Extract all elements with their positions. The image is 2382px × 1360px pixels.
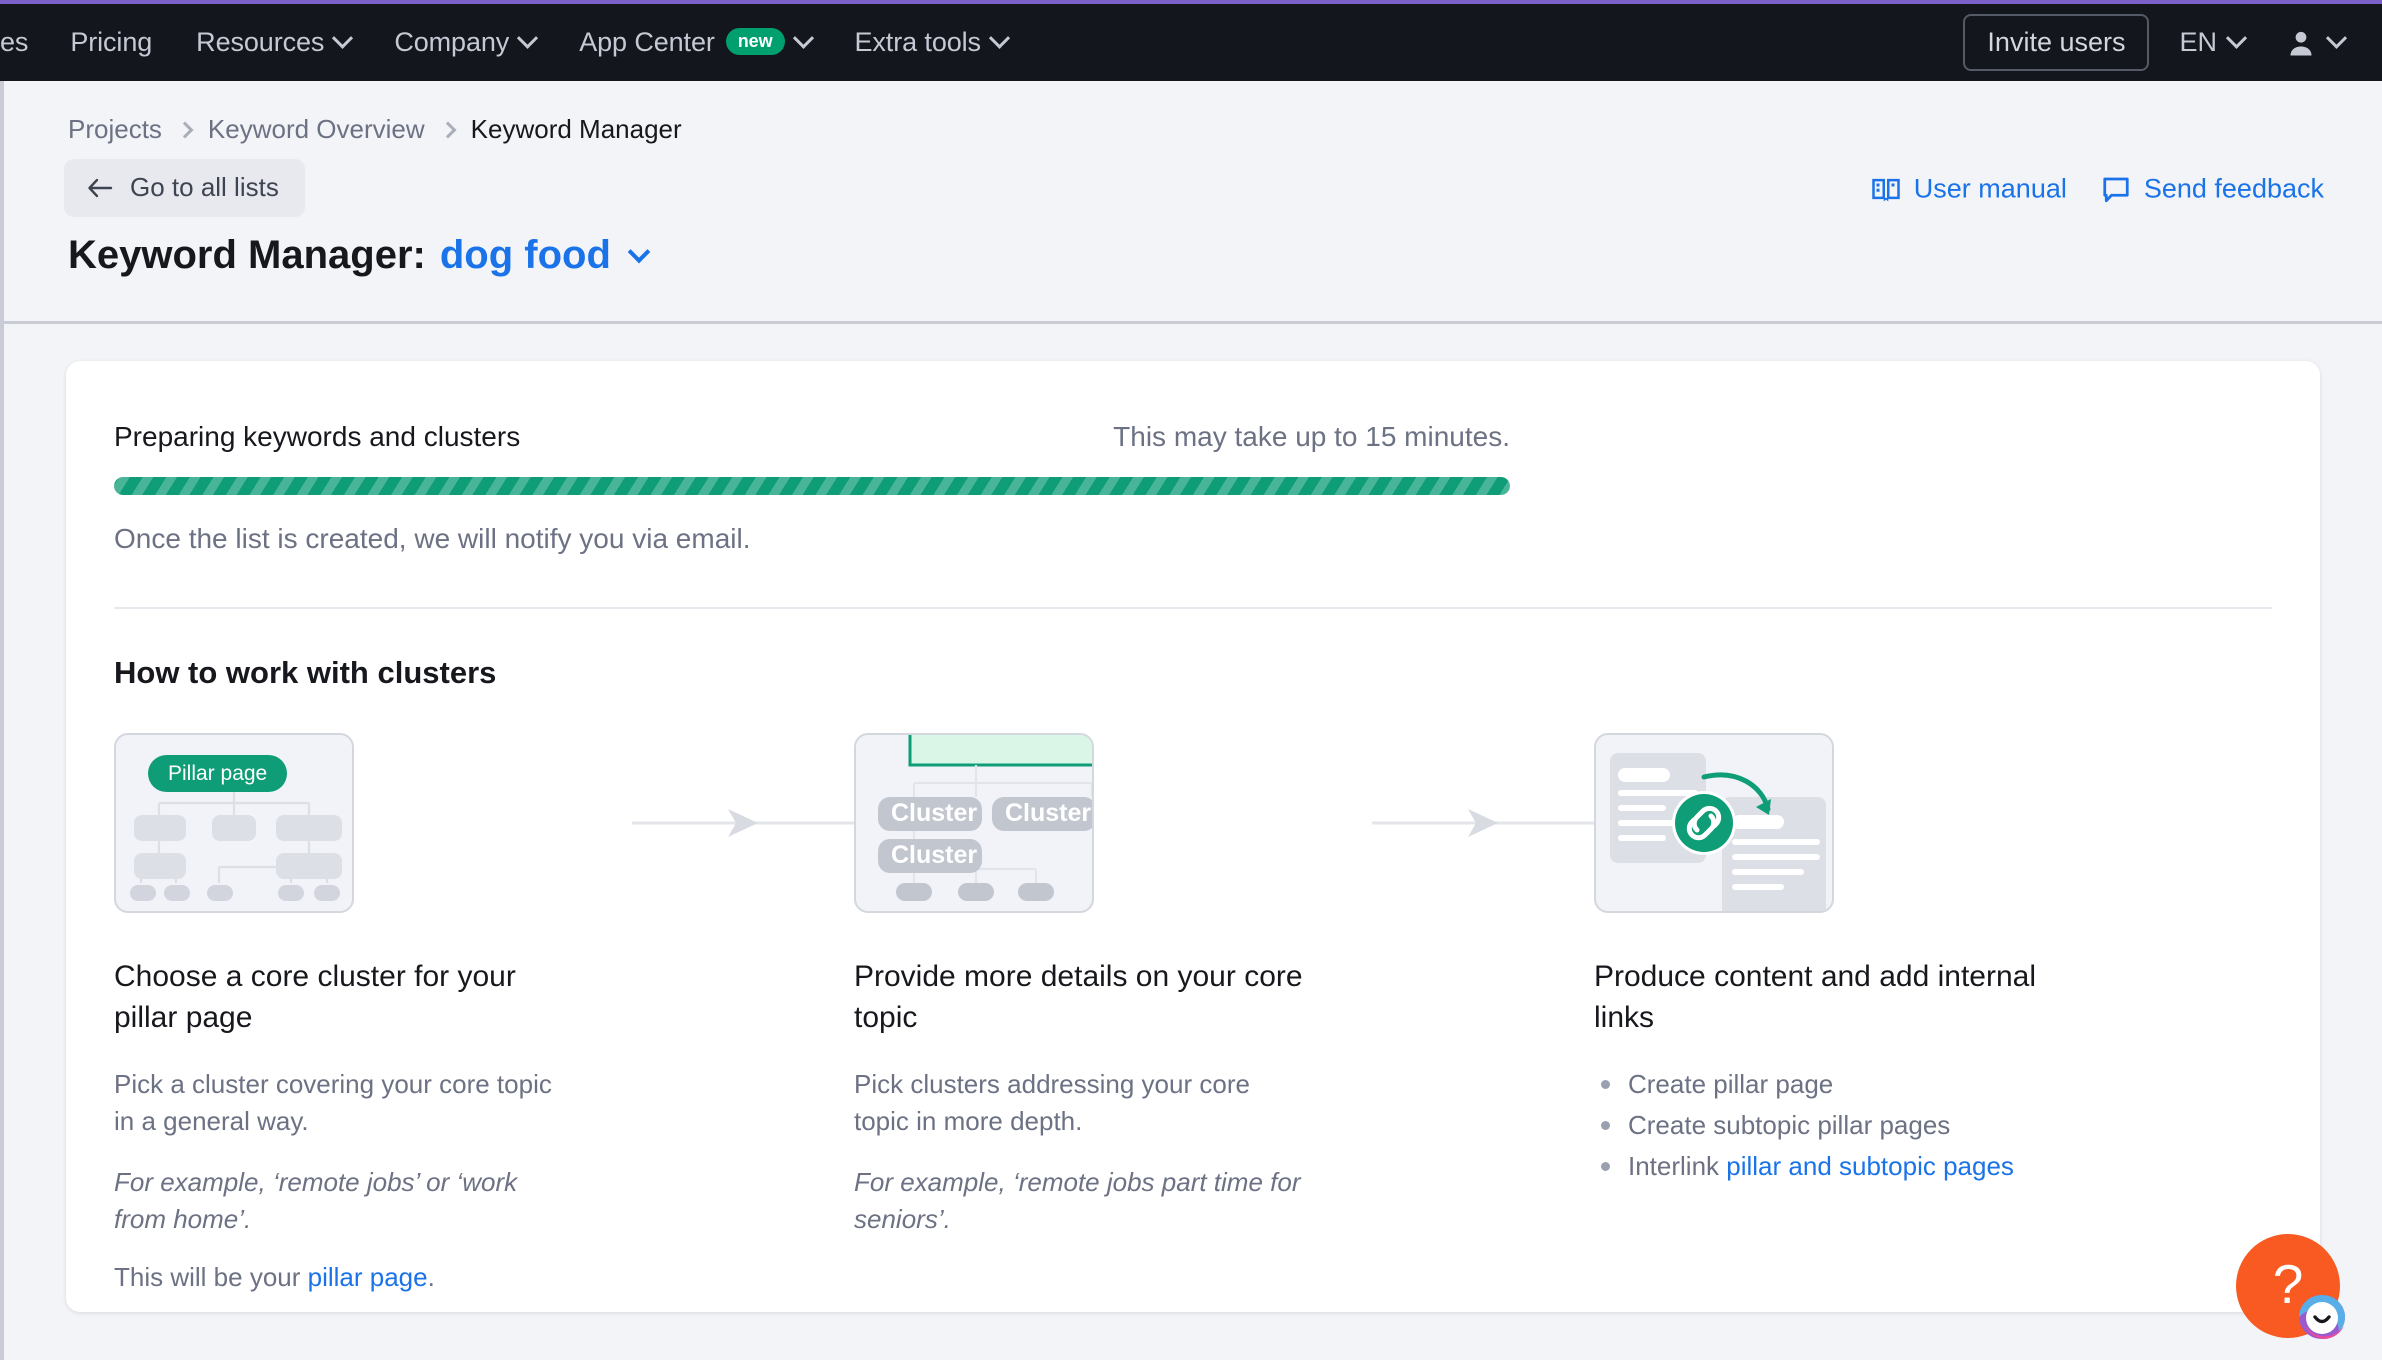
nav-item-app-center[interactable]: App Center new [557, 4, 832, 81]
bullet-text: Interlink [1628, 1150, 1727, 1181]
pillar-page-tree-illustration: Pillar page [114, 733, 354, 913]
chevron-down-icon [2325, 27, 2348, 49]
breadcrumb: Projects Keyword Overview Keyword Manage… [68, 114, 682, 145]
send-feedback-label: Send feedback [2143, 173, 2324, 204]
nav-label: Pricing [70, 27, 153, 57]
step-footer-suffix: . [427, 1261, 435, 1292]
chat-assistant-badge-icon [2299, 1295, 2346, 1339]
step-footer: This will be your pillar page. [114, 1262, 632, 1293]
chevron-right-icon [176, 121, 194, 138]
cluster-label: Cluster [1005, 799, 1091, 827]
main-card: Preparing keywords and clusters This may… [66, 361, 2320, 1312]
chevron-down-icon [792, 27, 814, 49]
go-to-all-lists-label: Go to all lists [130, 172, 279, 202]
cluster-tree-graphic: Cluster Cluster Cluster Cluster [878, 735, 1092, 901]
nav-utilities: Invite users EN [1963, 14, 2382, 71]
user-account-menu[interactable] [2264, 27, 2348, 58]
step-bullet-list: Create pillar page Create subtopic pilla… [1594, 1066, 2044, 1185]
nav-label: Extra tools [854, 27, 982, 57]
bullet-text: Create pillar page [1628, 1069, 1834, 1099]
chevron-down-icon [517, 27, 539, 49]
how-to-step-3: Produce content and add internal links C… [1594, 733, 2112, 1189]
chevron-down-icon [332, 27, 354, 49]
progress-bar-fill [114, 477, 1510, 495]
progress-section: Preparing keywords and clusters This may… [66, 361, 2320, 609]
nav-item-services[interactable]: es [0, 4, 48, 81]
internal-links-graphic [1610, 753, 1826, 911]
arrow-right-icon [1372, 809, 1594, 837]
avatar-icon [2290, 31, 2312, 55]
step-title: Choose a core cluster for your pillar pa… [114, 960, 516, 1034]
nav-label: Company [394, 27, 510, 57]
pillar-page-link[interactable]: pillar page [308, 1262, 428, 1292]
chevron-down-icon[interactable] [627, 240, 651, 264]
nav-label: App Center [579, 27, 715, 57]
page-header: Projects Keyword Overview Keyword Manage… [0, 81, 2382, 324]
step-example: For example, ‘remote jobs’ or ‘work from… [114, 1166, 518, 1234]
list-item: Create subtopic pillar pages [1594, 1107, 2044, 1144]
how-to-steps: Pillar page Choose a core cluster for yo… [114, 733, 2272, 1293]
nav-item-extra-tools[interactable]: Extra tools [833, 4, 1029, 81]
top-navigation-bar: es Pricing Resources Company App Center … [0, 4, 2382, 81]
nav-item-resources[interactable]: Resources [174, 4, 372, 81]
progress-title: Preparing keywords and clusters [114, 421, 521, 452]
page-title-prefix: Keyword Manager: [68, 233, 426, 277]
user-manual-label: User manual [1913, 173, 2067, 204]
primary-nav: es Pricing Resources Company App Center … [0, 4, 1029, 81]
nav-label: Resources [196, 27, 325, 57]
progress-header: Preparing keywords and clusters This may… [114, 421, 2272, 453]
bullet-text: Create subtopic pillar pages [1628, 1109, 1951, 1140]
how-to-step-1: Pillar page Choose a core cluster for yo… [114, 733, 632, 1293]
progress-bar [114, 477, 1510, 495]
arrow-right-icon [632, 809, 854, 837]
step-footer-prefix: This will be your [114, 1261, 308, 1292]
new-badge: new [725, 28, 785, 55]
help-button[interactable]: ? [2236, 1234, 2346, 1339]
arrow-left-icon [88, 178, 113, 197]
pillar-page-badge: Pillar page [148, 755, 288, 792]
language-label: EN [2179, 27, 2217, 57]
page-title-keyword[interactable]: dog food [440, 233, 611, 278]
user-manual-link[interactable]: User manual [1871, 174, 2067, 205]
list-item: Create pillar page [1594, 1066, 2044, 1103]
step-title: Produce content and add internal links [1594, 960, 2036, 1034]
chevron-right-icon [439, 121, 457, 138]
step-title: Provide more details on your core topic [854, 960, 1303, 1034]
chevron-down-icon [988, 27, 1011, 49]
content-area: Preparing keywords and clusters This may… [0, 324, 2382, 1360]
cluster-tree-illustration: Cluster Cluster Cluster Cluster [854, 733, 1094, 913]
how-to-heading: How to work with clusters [114, 655, 497, 690]
page-title: Keyword Manager: dog food [68, 233, 651, 278]
language-selector[interactable]: EN [2149, 27, 2264, 58]
cluster-label: Cluster [891, 841, 977, 869]
nav-item-pricing[interactable]: Pricing [48, 4, 174, 81]
header-link-group: User manual Send feedback [1871, 174, 2324, 205]
cluster-label: Cluster [891, 799, 977, 827]
progress-note: Once the list is created, we will notify… [114, 523, 751, 554]
speech-bubble-icon [2103, 177, 2129, 202]
breadcrumb-item-keyword-overview[interactable]: Keyword Overview [208, 114, 425, 145]
pillar-and-subtopic-pages-link[interactable]: pillar and subtopic pages [1726, 1151, 2014, 1181]
nav-label: es [0, 27, 29, 57]
step-example: For example, ‘remote jobs part time for … [854, 1166, 1301, 1234]
go-to-all-lists-button[interactable]: Go to all lists [64, 159, 305, 217]
breadcrumb-item-keyword-manager: Keyword Manager [470, 114, 682, 144]
step-connector-1 [632, 733, 854, 913]
book-icon [1872, 178, 1900, 201]
step-body: Pick clusters addressing your core topic… [854, 1069, 1250, 1136]
how-to-step-2: Cluster Cluster Cluster Cluster Provide … [854, 733, 1372, 1238]
list-item: Interlink pillar and subtopic pages [1594, 1148, 2044, 1185]
step-connector-2 [1372, 733, 1594, 913]
chevron-down-icon [2225, 27, 2248, 49]
invite-users-button[interactable]: Invite users [1963, 14, 2150, 71]
nav-item-company[interactable]: Company [372, 4, 557, 81]
breadcrumb-item-projects[interactable]: Projects [68, 114, 162, 145]
how-to-section: How to work with clusters Pillar page Ch… [66, 609, 2320, 1293]
send-feedback-link[interactable]: Send feedback [2101, 174, 2324, 205]
internal-links-illustration [1594, 733, 1834, 913]
step-body: Pick a cluster covering your core topic … [114, 1069, 552, 1136]
progress-eta: This may take up to 15 minutes. [1113, 421, 1510, 452]
